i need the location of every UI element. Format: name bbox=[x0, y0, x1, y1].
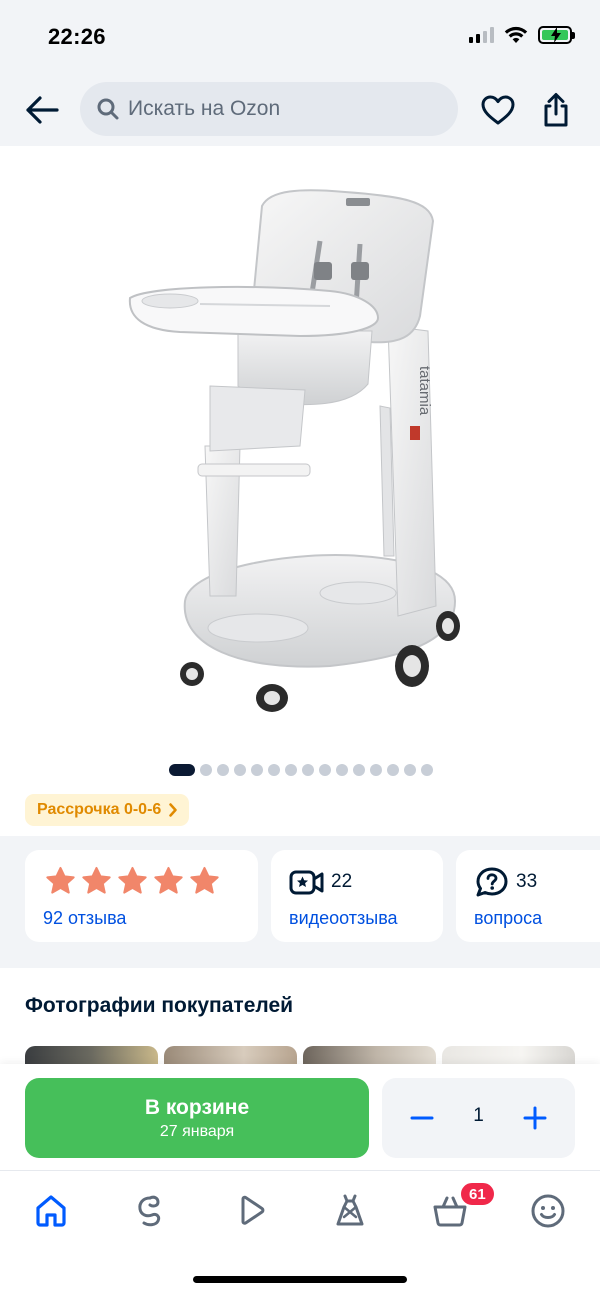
star-icon bbox=[154, 866, 183, 894]
tab-home[interactable] bbox=[31, 1191, 71, 1231]
back-button[interactable] bbox=[22, 90, 62, 130]
pager-dot[interactable] bbox=[284, 764, 297, 776]
pager-dot[interactable] bbox=[420, 764, 433, 776]
cellular-signal-icon bbox=[469, 27, 494, 43]
high-chair-illustration: tatamia bbox=[128, 189, 460, 712]
home-icon bbox=[36, 1195, 66, 1227]
question-bubble-icon bbox=[476, 867, 508, 897]
pager-dot[interactable] bbox=[386, 764, 399, 776]
tab-fresh[interactable] bbox=[130, 1191, 170, 1231]
pager-dot[interactable] bbox=[352, 764, 365, 776]
pager-dot[interactable] bbox=[403, 764, 416, 776]
status-bar: 22:26 bbox=[0, 0, 600, 72]
video-reviews-link[interactable]: видеоотзыва bbox=[289, 908, 398, 929]
video-count: 22 bbox=[331, 871, 353, 892]
pager-dot[interactable] bbox=[216, 764, 229, 776]
tatamia-logo-text: tatamia bbox=[416, 366, 433, 416]
plus-icon bbox=[523, 1106, 547, 1130]
tab-fashion[interactable] bbox=[330, 1191, 370, 1231]
search-icon bbox=[97, 98, 119, 120]
chevron-right-icon bbox=[169, 803, 178, 817]
in-cart-label: В корзине bbox=[144, 1095, 250, 1119]
questions-card[interactable]: 33 вопроса bbox=[456, 850, 600, 942]
video-reviews-card[interactable]: 22 видеоотзыва bbox=[271, 850, 443, 942]
star-icon bbox=[118, 866, 147, 894]
share-icon bbox=[544, 93, 568, 127]
video-star-icon bbox=[289, 870, 324, 895]
pager-dot[interactable] bbox=[250, 764, 263, 776]
share-button[interactable] bbox=[536, 90, 576, 130]
tab-video[interactable] bbox=[231, 1191, 271, 1231]
product-image[interactable]: tatamia bbox=[0, 146, 600, 746]
star-icon bbox=[82, 866, 111, 894]
home-indicator bbox=[193, 1276, 407, 1283]
in-cart-button[interactable]: В корзине 27 января bbox=[25, 1078, 369, 1158]
battery-icon bbox=[538, 26, 575, 44]
rating-stars bbox=[45, 866, 220, 897]
cart-count-badge: 61 bbox=[459, 1181, 496, 1207]
image-pager bbox=[0, 764, 600, 776]
quantity-stepper: 1 bbox=[382, 1078, 575, 1158]
play-icon bbox=[241, 1195, 265, 1225]
tab-profile[interactable] bbox=[528, 1191, 568, 1231]
pager-dot[interactable] bbox=[335, 764, 348, 776]
questions-link[interactable]: вопроса bbox=[474, 908, 542, 929]
pager-dot[interactable] bbox=[318, 764, 331, 776]
pager-dot[interactable] bbox=[301, 764, 314, 776]
rating-card[interactable]: 92 отзыва bbox=[25, 850, 258, 942]
pager-dot[interactable] bbox=[199, 764, 212, 776]
pager-dot[interactable] bbox=[168, 764, 195, 776]
pager-dot[interactable] bbox=[233, 764, 246, 776]
search-placeholder: Искать на Ozon bbox=[128, 97, 281, 120]
pager-dot[interactable] bbox=[369, 764, 382, 776]
customer-photos-title: Фотографии покупателей bbox=[25, 994, 294, 1017]
heart-icon bbox=[481, 95, 515, 125]
pager-dot[interactable] bbox=[267, 764, 280, 776]
installment-label: Рассрочка 0-0-6 bbox=[37, 801, 162, 818]
installment-badge[interactable]: Рассрочка 0-0-6 bbox=[25, 794, 190, 826]
dress-icon bbox=[336, 1194, 364, 1226]
fresh-swirl-icon bbox=[138, 1195, 161, 1227]
favorite-button[interactable] bbox=[478, 90, 518, 130]
stats-band: 92 отзыва 22 видеоотзыва 33 вопроса bbox=[0, 836, 600, 968]
buy-bar: В корзине 27 января 1 bbox=[0, 1064, 600, 1170]
star-icon bbox=[46, 866, 75, 894]
reviews-link[interactable]: 92 отзыва bbox=[43, 908, 126, 929]
questions-count: 33 bbox=[516, 871, 538, 892]
status-time: 22:26 bbox=[48, 24, 106, 49]
delivery-date: 27 января bbox=[159, 1122, 235, 1140]
increase-quantity-button[interactable] bbox=[515, 1098, 555, 1138]
status-icons bbox=[469, 26, 575, 44]
smiley-face-icon bbox=[531, 1194, 565, 1228]
wifi-icon bbox=[504, 26, 528, 43]
arrow-left-icon bbox=[26, 96, 59, 124]
search-input[interactable]: Искать на Ozon bbox=[80, 82, 458, 136]
star-icon bbox=[190, 866, 219, 894]
top-header: Искать на Ozon bbox=[0, 72, 600, 146]
